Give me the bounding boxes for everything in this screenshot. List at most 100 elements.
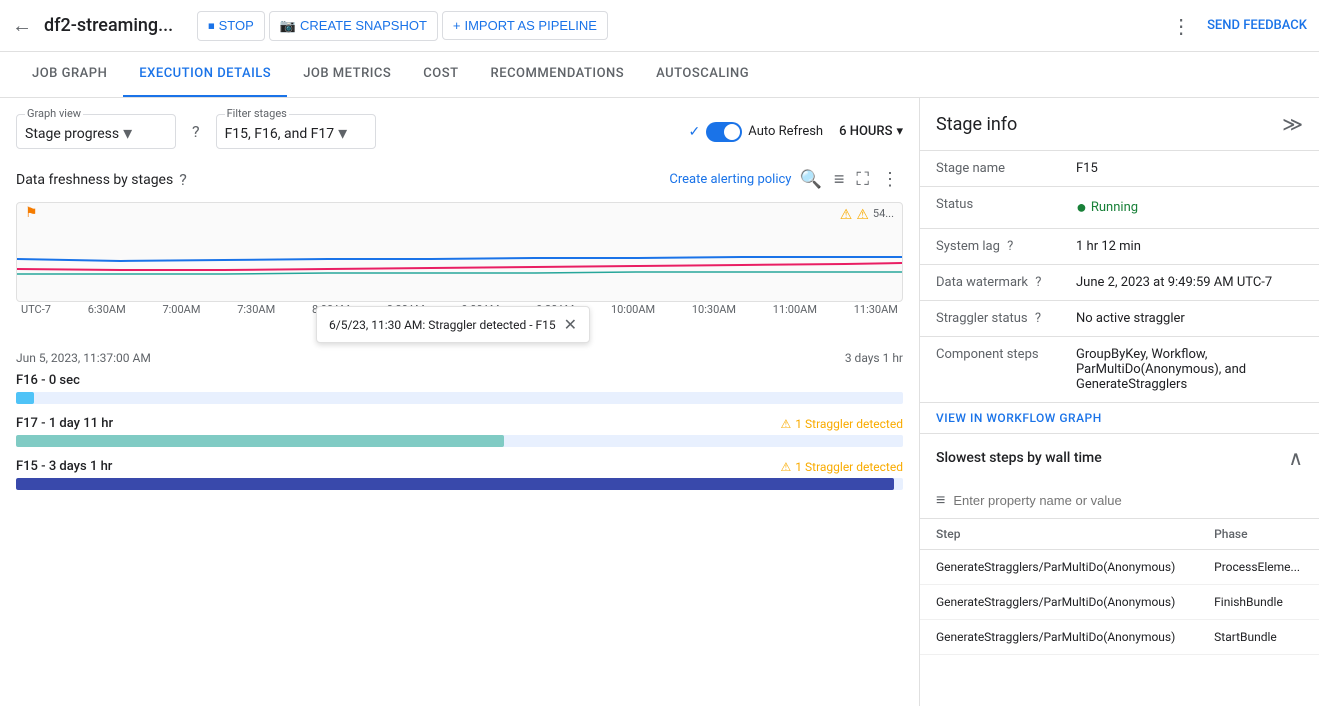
chart-section: Data freshness by stages ? Create alerti… [16,165,903,343]
tooltip-container: 6/5/23, 11:30 AM: Straggler detected - F… [16,302,903,343]
chart-search-icon[interactable]: 🔍 [795,165,825,194]
table-row-status: Status ● Running [920,187,1319,229]
snapshot-button[interactable]: 📷 CREATE SNAPSHOT [269,11,438,41]
stage-info-table: Stage name F15 Status ● Running System l… [920,151,1319,403]
warning-icon-f15: ⚠ [781,460,792,474]
tab-job-metrics[interactable]: JOB METRICS [287,52,407,97]
system-lag-help-icon[interactable]: ? [1007,239,1013,254]
table-row: GenerateStragglers/ParMultiDo(Anonymous)… [920,585,1319,620]
bars-section: Jun 5, 2023, 11:37:00 AM 3 days 1 hr F16… [16,351,903,490]
snapshot-icon: 📷 [280,18,296,34]
table-row: GenerateStragglers/ParMultiDo(Anonymous)… [920,550,1319,585]
graph-view-value: Stage progress [25,126,119,142]
tooltip-text: 6/5/23, 11:30 AM: Straggler detected - F… [329,318,556,332]
view-workflow-link[interactable]: VIEW IN WORKFLOW GRAPH [920,403,1319,433]
chart-warnings: ⚠ ⚠ 54... [840,207,894,223]
back-button[interactable]: ← [12,13,32,38]
status-value: ● Running [1060,187,1319,229]
straggler-status-label: Straggler status ? [920,301,1060,337]
warning-icon-f17: ⚠ [781,417,792,431]
f17-straggler-badge: ⚠ 1 Straggler detected [781,417,903,431]
hours-arrow: ▾ [896,124,903,139]
more-button[interactable]: ⋮ [1163,10,1199,42]
graph-view-help-icon[interactable]: ? [192,122,200,141]
hours-label: 6 HOURS [839,124,892,139]
component-steps-value: GroupByKey, Workflow, ParMultiDo(Anonymo… [1060,337,1319,403]
tab-cost[interactable]: COST [407,52,474,97]
table-row-stage-name: Stage name F15 [920,151,1319,187]
controls-row: Graph view Stage progress ▾ ? Filter sta… [16,114,903,149]
auto-refresh-toggle[interactable]: ✓ Auto Refresh [689,122,824,142]
timestamp-left: Jun 5, 2023, 11:37:00 AM [16,351,151,365]
f16-bar-fill [16,392,34,404]
table-row: GenerateStragglers/ParMultiDo(Anonymous)… [920,620,1319,655]
stage-info-title: Stage info [936,114,1017,135]
f17-label: F17 - 1 day 11 hr [16,416,113,431]
status-dot: ● [1076,197,1087,218]
table-row-straggler-status: Straggler status ? No active straggler [920,301,1319,337]
send-feedback-button[interactable]: SEND FEEDBACK [1207,18,1307,33]
data-watermark-help-icon[interactable]: ? [1035,275,1041,290]
slowest-title: Slowest steps by wall time [936,450,1102,466]
filter-stages-label: Filter stages [225,107,289,120]
system-lag-value: 1 hr 12 min [1060,229,1319,265]
timestamp-right: 3 days 1 hr [845,351,903,365]
f15-bar-fill [16,478,894,490]
tab-recommendations[interactable]: RECOMMENDATIONS [475,52,641,97]
step-phase: StartBundle [1198,620,1319,655]
import-icon: + [453,18,461,33]
toolbar-actions: ⏹ STOP 📷 CREATE SNAPSHOT + IMPORT AS PIP… [197,11,608,41]
straggler-status-value: No active straggler [1060,301,1319,337]
tab-autoscaling[interactable]: AUTOSCALING [640,52,765,97]
status-running: ● Running [1076,197,1303,218]
stage-name-label: Stage name [920,151,1060,187]
warning-icon-2: ⚠ [856,207,869,223]
stop-icon: ⏹ [208,18,215,34]
orange-flag-icon: ⚑ [25,205,38,221]
slowest-header[interactable]: Slowest steps by wall time ∧ [920,434,1319,482]
filter-icon: ≡ [936,490,945,510]
import-button[interactable]: + IMPORT AS PIPELINE [442,11,608,40]
tooltip-close-button[interactable]: ✕ [564,315,577,334]
table-row-system-lag: System lag ? 1 hr 12 min [920,229,1319,265]
warning-icon-1: ⚠ [840,207,853,223]
chart-title: Data freshness by stages [16,172,173,188]
steps-table: Step Phase GenerateStragglers/ParMultiDo… [920,519,1319,655]
right-panel: Stage info ≫ Stage name F15 Status ● Run… [919,98,1319,706]
filter-input[interactable] [953,493,1303,508]
graph-view-dropdown[interactable]: ▾ [123,123,132,144]
straggler-help-icon[interactable]: ? [1035,311,1041,326]
stage-info-header: Stage info ≫ [920,98,1319,151]
tabs-bar: JOB GRAPH EXECUTION DETAILS JOB METRICS … [0,52,1319,98]
filter-stages-dropdown[interactable]: ▾ [338,123,347,144]
bar-item-f17: F17 - 1 day 11 hr ⚠ 1 Straggler detected [16,416,903,447]
chart-filter-icon[interactable]: ≡ [830,165,849,194]
step-name: GenerateStragglers/ParMultiDo(Anonymous) [920,550,1198,585]
filter-stages-value: F15, F16, and F17 [225,126,335,142]
data-watermark-value: June 2, 2023 at 9:49:59 AM UTC-7 [1060,265,1319,301]
step-phase: ProcessEleme... [1198,550,1319,585]
f16-bar-track [16,392,903,404]
f16-label: F16 - 0 sec [16,373,80,388]
close-panel-button[interactable]: ≫ [1282,112,1303,136]
step-name: GenerateStragglers/ParMultiDo(Anonymous) [920,585,1198,620]
chart-fullscreen-icon[interactable]: ⛶ [852,165,873,194]
chart-header: Data freshness by stages ? Create alerti… [16,165,903,194]
bar-timestamp: Jun 5, 2023, 11:37:00 AM 3 days 1 hr [16,351,903,365]
table-row-data-watermark: Data watermark ? June 2, 2023 at 9:49:59… [920,265,1319,301]
bar-item-f16: F16 - 0 sec [16,373,903,404]
chart-help-icon[interactable]: ? [179,170,187,189]
table-row-component-steps: Component steps GroupByKey, Workflow, Pa… [920,337,1319,403]
stop-button[interactable]: ⏹ STOP [197,11,265,41]
toggle-switch[interactable] [706,122,742,142]
data-watermark-label: Data watermark ? [920,265,1060,301]
f15-straggler-badge: ⚠ 1 Straggler detected [781,460,903,474]
steps-table-header: Step Phase [920,519,1319,550]
expand-icon: ∧ [1288,446,1303,470]
tab-job-graph[interactable]: JOB GRAPH [16,52,123,97]
create-alert-link[interactable]: Create alerting policy [669,172,791,187]
chart-more-icon[interactable]: ⋮ [877,165,903,194]
tab-execution-details[interactable]: EXECUTION DETAILS [123,52,287,97]
slowest-steps-section: Slowest steps by wall time ∧ ≡ Step Phas… [920,433,1319,655]
hours-selector[interactable]: 6 HOURS ▾ [839,124,903,139]
